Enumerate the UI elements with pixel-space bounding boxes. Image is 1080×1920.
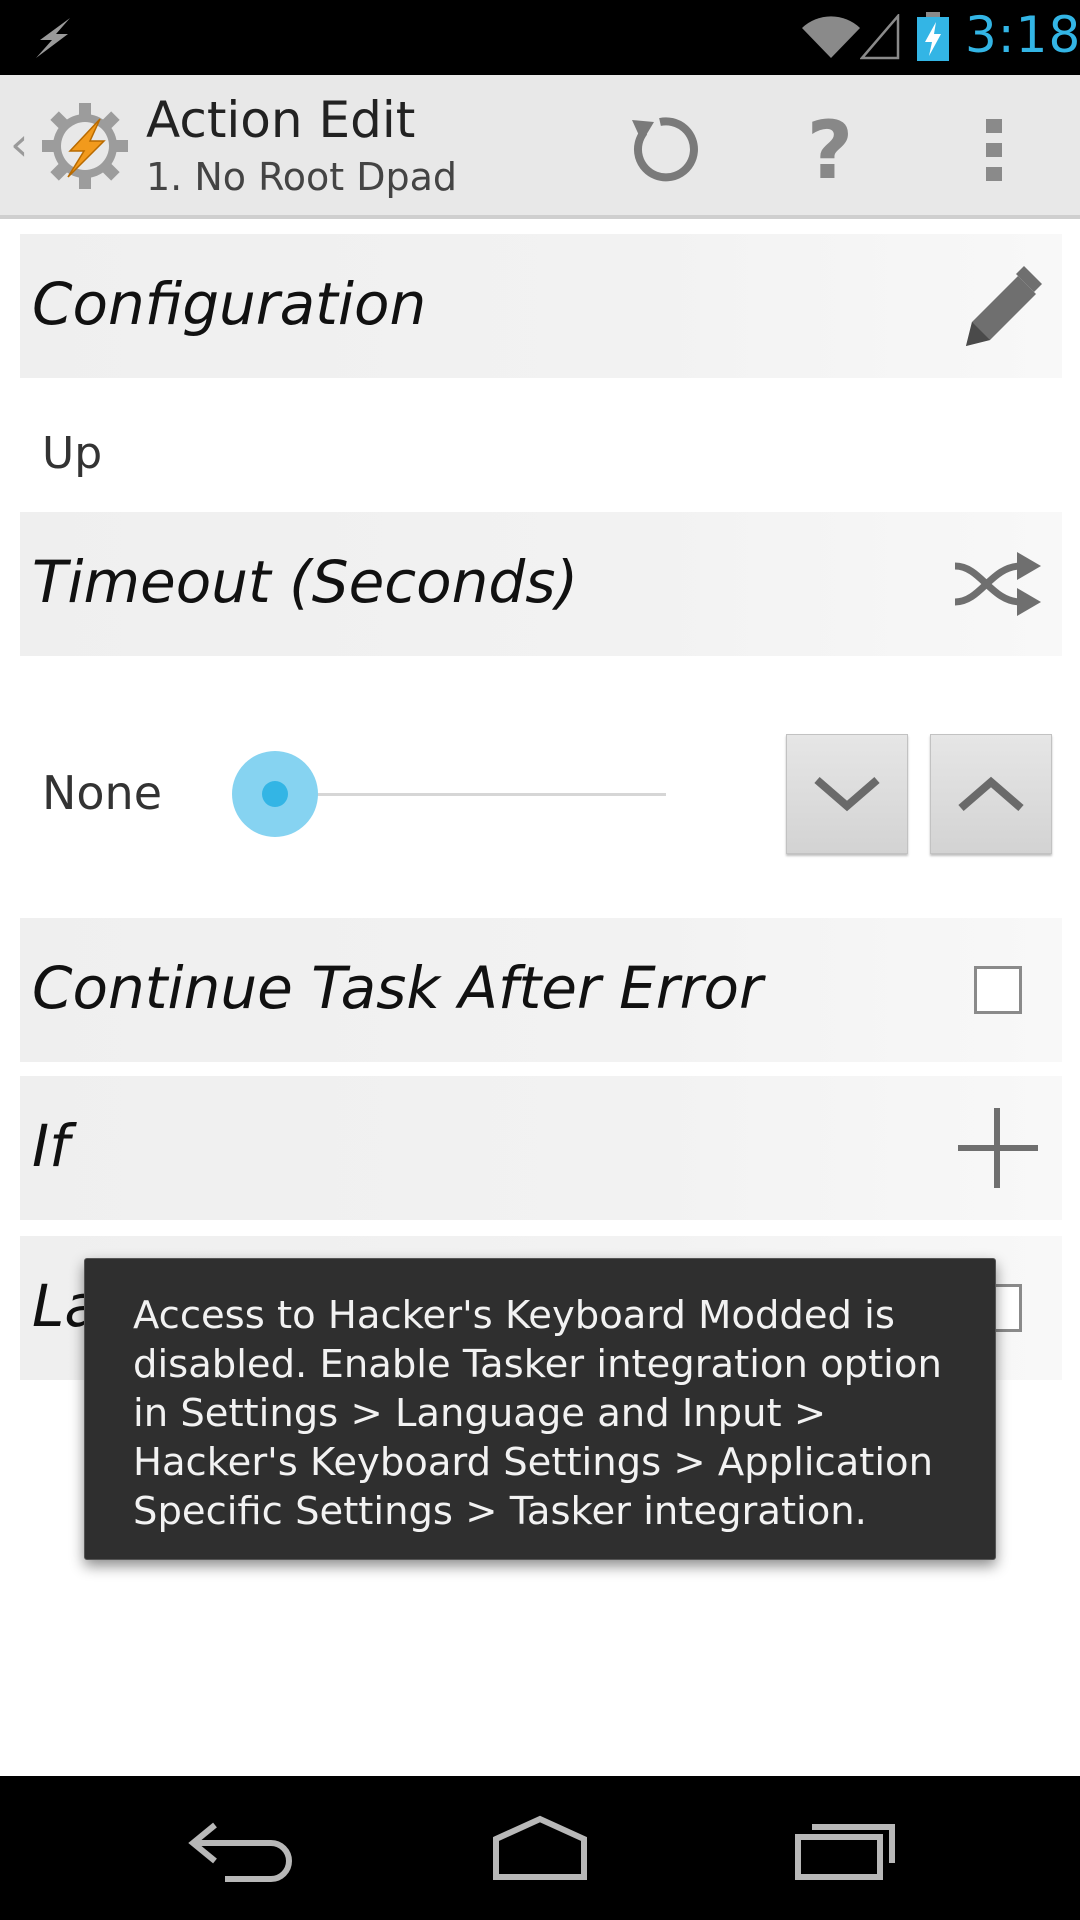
refresh-button[interactable] — [615, 105, 705, 195]
shuffle-icon — [954, 552, 1041, 616]
timeout-variable-button[interactable] — [948, 534, 1048, 634]
recent-apps-button[interactable] — [775, 1798, 915, 1898]
continue-after-error-checkbox[interactable] — [974, 966, 1022, 1014]
chevron-left-icon[interactable]: ‹ — [10, 117, 28, 171]
home-icon — [493, 1815, 587, 1880]
continue-after-error-row[interactable]: Continue Task After Error — [20, 918, 1062, 1062]
recent-apps-icon — [795, 1824, 895, 1880]
wifi-icon — [802, 16, 860, 58]
timeout-label: Timeout (Seconds) — [32, 548, 579, 616]
help-button[interactable]: ? — [785, 103, 875, 197]
page-title: Action Edit — [146, 91, 416, 149]
signal-icon — [860, 14, 900, 60]
timeout-slider-thumb-center — [262, 781, 288, 807]
action-bar: ‹ Action Edit 1. No Root Dpad ? — [0, 75, 1080, 219]
configuration-header[interactable]: Configuration — [20, 234, 1062, 378]
timeout-slider-track[interactable] — [274, 793, 666, 796]
tasker-gear-icon[interactable] — [40, 101, 130, 191]
continue-after-error-label: Continue Task After Error — [32, 954, 763, 1022]
page-subtitle: 1. No Root Dpad — [146, 155, 458, 199]
back-button[interactable] — [170, 1798, 310, 1898]
configuration-value: Up — [42, 428, 103, 479]
toast-text: Access to Hacker's Keyboard Modded is di… — [133, 1293, 942, 1534]
home-button[interactable] — [470, 1798, 610, 1898]
overflow-menu-button[interactable] — [950, 105, 1040, 195]
timeout-decrease-button[interactable] — [786, 734, 908, 854]
timeout-value: None — [42, 766, 163, 820]
plus-icon — [958, 1108, 1038, 1188]
add-condition-button[interactable] — [948, 1098, 1048, 1198]
timeout-increase-button[interactable] — [930, 734, 1052, 854]
if-header[interactable]: If — [20, 1076, 1062, 1220]
continue-after-error-checkbox-wrap — [948, 940, 1048, 1040]
chevron-down-icon — [814, 776, 880, 812]
battery-charging-icon — [917, 12, 949, 61]
toast-message: Access to Hacker's Keyboard Modded is di… — [84, 1258, 996, 1560]
lightning-icon — [36, 18, 70, 58]
refresh-icon — [632, 117, 698, 182]
timeout-header[interactable]: Timeout (Seconds) — [20, 512, 1062, 656]
edit-configuration-button[interactable] — [948, 256, 1048, 356]
pencil-icon — [966, 266, 1042, 346]
back-icon — [188, 1822, 292, 1882]
status-clock: 3:18 — [965, 6, 1080, 64]
status-bar: 3:18 — [0, 0, 1080, 75]
configuration-label: Configuration — [32, 270, 427, 338]
chevron-up-icon — [958, 776, 1024, 812]
navigation-bar — [0, 1776, 1080, 1920]
if-label: If — [32, 1112, 70, 1180]
help-icon: ? — [806, 103, 854, 197]
overflow-menu-icon — [986, 119, 1002, 181]
